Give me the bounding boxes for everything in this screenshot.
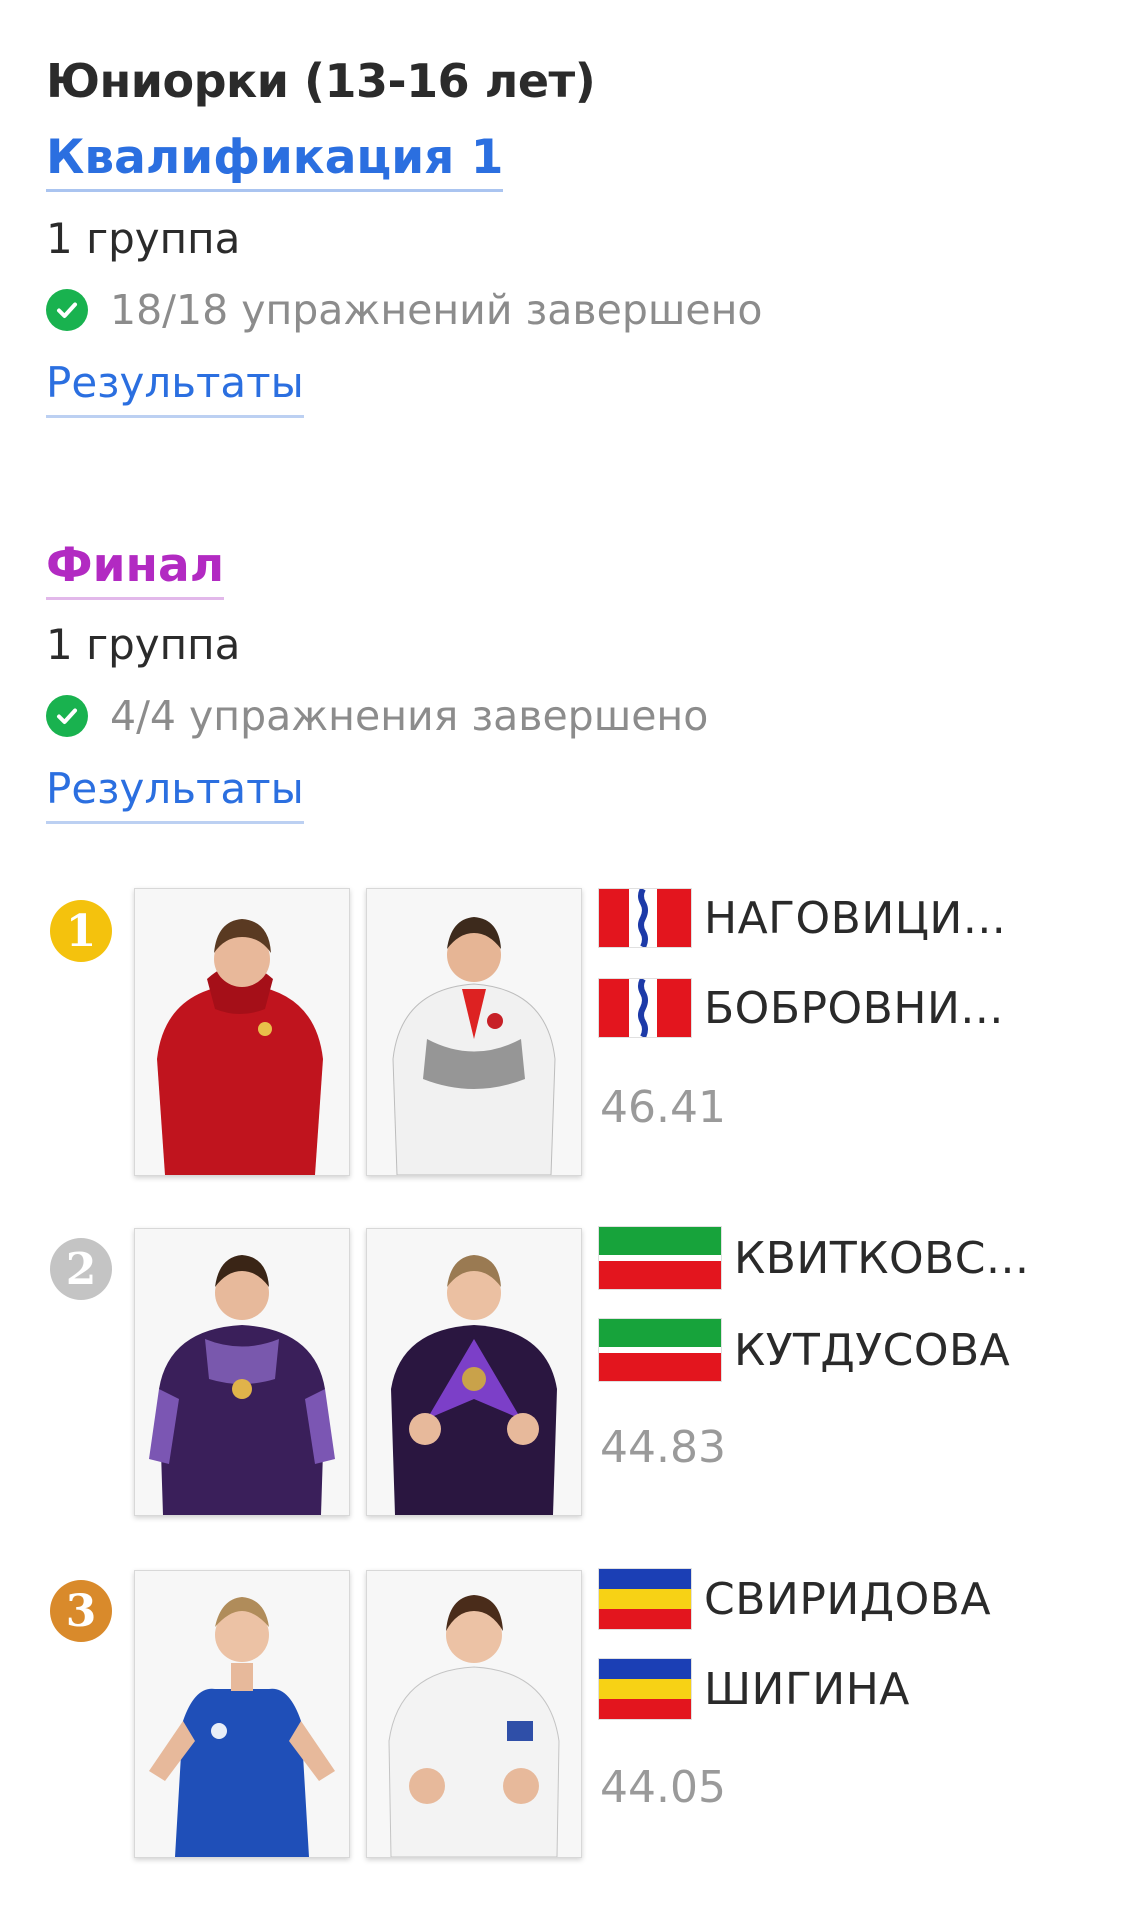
final-group: 1 группа bbox=[46, 620, 241, 669]
athlete-photo[interactable] bbox=[134, 1228, 350, 1516]
medal-bronze-icon: 3 bbox=[50, 1580, 112, 1642]
athlete-photo[interactable] bbox=[366, 1570, 582, 1858]
athlete-name: БОБРОВНИ... bbox=[704, 982, 1004, 1034]
athlete-entry[interactable]: НАГОВИЦИ... bbox=[598, 888, 1006, 948]
flag-tatarstan-icon bbox=[598, 1318, 722, 1382]
check-circle-icon bbox=[46, 695, 88, 737]
flag-red-white-blue-wave-icon bbox=[598, 978, 692, 1038]
final-status: 4/4 упражнения завершено bbox=[46, 692, 708, 740]
medal-gold-icon: 1 bbox=[50, 900, 112, 962]
final-results-link[interactable]: Результаты bbox=[46, 764, 304, 824]
team-score: 44.05 bbox=[600, 1762, 726, 1813]
athlete-entry[interactable]: КВИТКОВС... bbox=[598, 1226, 1029, 1290]
athlete-entry[interactable]: СВИРИДОВА bbox=[598, 1568, 991, 1630]
athlete-entry[interactable]: КУТДУСОВА bbox=[598, 1318, 1010, 1382]
team-score: 44.83 bbox=[600, 1422, 726, 1473]
qualification-status: 18/18 упражнений завершено bbox=[46, 286, 762, 334]
flag-tatarstan-icon bbox=[598, 1226, 722, 1290]
qualification-status-text: 18/18 упражнений завершено bbox=[110, 286, 763, 334]
qualification-results-link[interactable]: Результаты bbox=[46, 358, 304, 418]
athlete-name: СВИРИДОВА bbox=[704, 1573, 992, 1625]
athlete-name: НАГОВИЦИ... bbox=[704, 892, 1007, 944]
athlete-name: ШИГИНА bbox=[704, 1663, 910, 1715]
athlete-name: КУТДУСОВА bbox=[734, 1324, 1011, 1376]
final-title-link[interactable]: Финал bbox=[46, 538, 225, 600]
athlete-photo[interactable] bbox=[366, 888, 582, 1176]
category-title: Юниорки (13-16 лет) bbox=[46, 54, 596, 108]
qualification-group: 1 группа bbox=[46, 214, 241, 263]
athlete-entry[interactable]: ШИГИНА bbox=[598, 1658, 910, 1720]
athlete-name: КВИТКОВС... bbox=[734, 1232, 1030, 1284]
qualification-title-link[interactable]: Квалификация 1 bbox=[46, 130, 504, 192]
flag-blue-yellow-red-icon bbox=[598, 1658, 692, 1720]
check-circle-icon bbox=[46, 289, 88, 331]
athlete-photo[interactable] bbox=[134, 888, 350, 1176]
athlete-photo[interactable] bbox=[366, 1228, 582, 1516]
athlete-entry[interactable]: БОБРОВНИ... bbox=[598, 978, 1004, 1038]
team-score: 46.41 bbox=[600, 1082, 726, 1133]
flag-blue-yellow-red-icon bbox=[598, 1568, 692, 1630]
flag-red-white-blue-wave-icon bbox=[598, 888, 692, 948]
athlete-photo[interactable] bbox=[134, 1570, 350, 1858]
medal-silver-icon: 2 bbox=[50, 1238, 112, 1300]
final-status-text: 4/4 упражнения завершено bbox=[110, 692, 709, 740]
